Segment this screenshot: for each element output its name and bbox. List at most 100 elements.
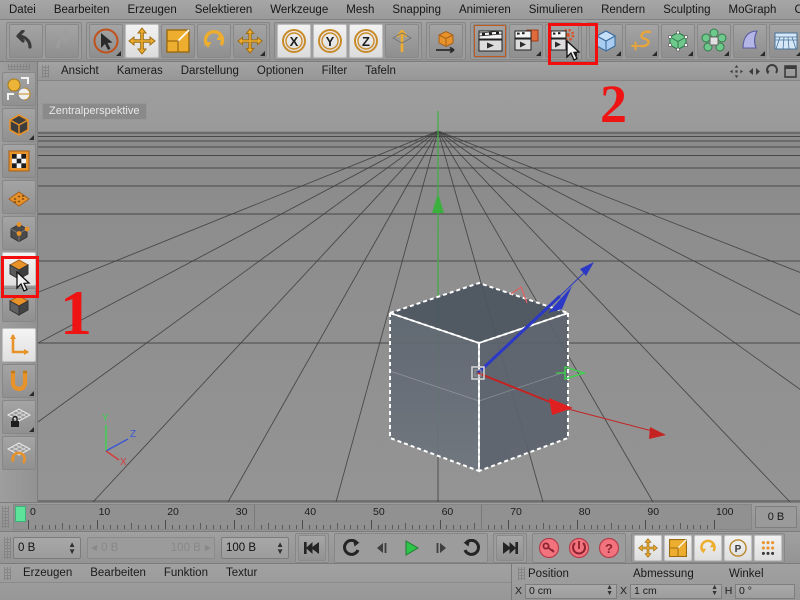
record-key-button[interactable] [535, 535, 563, 561]
zoom-view-icon[interactable] [747, 64, 762, 79]
texture-mode-button[interactable] [2, 144, 36, 178]
timeline-minor-tick [700, 525, 701, 529]
dimension-x-field[interactable]: 1 cm ▲▼ [630, 584, 722, 599]
menu-item-sculpting[interactable]: Sculpting [654, 2, 719, 18]
start-frame-spinner[interactable]: ▲▼ [68, 541, 76, 555]
object-axis-button[interactable] [429, 24, 463, 58]
step-back-keyframe-button[interactable] [337, 535, 365, 561]
material-manager-grip[interactable] [4, 567, 11, 580]
position-x-field[interactable]: 0 cm ▲▼ [525, 584, 617, 599]
go-to-end-button[interactable] [496, 535, 524, 561]
angle-h-field[interactable]: 0 ° [735, 584, 795, 599]
menu-item-charak[interactable]: Charak [785, 2, 800, 18]
nurbs-button[interactable] [661, 24, 695, 58]
range-left-arrow[interactable]: ◀ [91, 543, 97, 552]
move-alt-button[interactable] [233, 24, 267, 58]
end-frame-field[interactable]: 100 B ▲▼ [221, 537, 289, 559]
menu-item-werkzeuge[interactable]: Werkzeuge [261, 2, 337, 18]
position-x-spinner[interactable]: ▲▼ [606, 585, 613, 597]
redo-button[interactable] [45, 24, 79, 58]
range-slider[interactable]: ◀ 0 B 100 B ▶ [87, 537, 215, 559]
viewport-menu-item-darstellung[interactable]: Darstellung [172, 64, 248, 78]
rotate-view-icon[interactable] [765, 64, 780, 79]
menu-item-snapping[interactable]: Snapping [383, 2, 450, 18]
workplane-button[interactable] [2, 180, 36, 214]
scale-tool-button[interactable] [161, 24, 195, 58]
viewport-menu-item-ansicht[interactable]: Ansicht [52, 64, 108, 78]
menu-item-animieren[interactable]: Animieren [450, 2, 520, 18]
viewport-menu-item-filter[interactable]: Filter [313, 64, 357, 78]
point-mode-button[interactable] [2, 216, 36, 250]
material-menu-item-erzeugen[interactable]: Erzeugen [14, 566, 81, 580]
main-menu-bar: DateiBearbeitenErzeugenSelektierenWerkze… [0, 0, 800, 20]
material-menu-item-bearbeiten[interactable]: Bearbeiten [81, 566, 155, 580]
timeline-playhead[interactable] [15, 506, 26, 522]
timeline-ruler[interactable]: 0102030405060708090100 [13, 504, 752, 530]
live-selection-button[interactable] [89, 24, 123, 58]
material-manager-body[interactable] [0, 583, 511, 599]
axis-x-button[interactable]: X [277, 24, 311, 58]
go-to-start-button[interactable] [298, 535, 326, 561]
key-position-button[interactable] [634, 535, 662, 561]
viewport-menu-item-kameras[interactable]: Kameras [108, 64, 172, 78]
end-frame-spinner[interactable]: ▲▼ [276, 541, 284, 555]
grid-rotate-button[interactable] [2, 436, 36, 470]
spline-button[interactable] [625, 24, 659, 58]
keyframe-help-button[interactable]: ? [595, 535, 623, 561]
timeline-minor-tick [453, 525, 454, 529]
maximize-view-icon[interactable] [783, 64, 798, 79]
transport-grip[interactable] [4, 537, 11, 559]
axis-z-button[interactable]: Z [349, 24, 383, 58]
key-parameter-button[interactable]: P [724, 535, 752, 561]
menu-item-simulieren[interactable]: Simulieren [520, 2, 592, 18]
undo-button[interactable] [9, 24, 43, 58]
model-mode-button[interactable] [2, 108, 36, 142]
play-button[interactable] [397, 535, 425, 561]
timeline-frame-field[interactable]: 0 B [755, 506, 797, 528]
key-scale-button[interactable] [664, 535, 692, 561]
magnet-button[interactable] [2, 364, 36, 398]
menu-item-rendern[interactable]: Rendern [592, 2, 654, 18]
render-view-button[interactable] [473, 24, 507, 58]
lock-grid-button[interactable] [2, 400, 36, 434]
menu-item-mograph[interactable]: MoGraph [720, 2, 786, 18]
step-back-frame-button[interactable] [367, 535, 395, 561]
viewport-menu-item-optionen[interactable]: Optionen [248, 64, 313, 78]
step-forward-frame-button[interactable] [427, 535, 455, 561]
coordinate-manager-grip[interactable] [518, 567, 525, 580]
render-picture-viewer-button[interactable] [509, 24, 543, 58]
dimension-x-spinner[interactable]: ▲▼ [711, 585, 718, 597]
world-axis-button[interactable] [385, 24, 419, 58]
rotate-tool-button[interactable] [197, 24, 231, 58]
menu-item-datei[interactable]: Datei [0, 2, 45, 18]
menu-item-erzeugen[interactable]: Erzeugen [118, 2, 185, 18]
move-tool-button[interactable] [125, 24, 159, 58]
material-menu-item-funktion[interactable]: Funktion [155, 566, 217, 580]
deformer-button[interactable] [733, 24, 767, 58]
pan-view-icon[interactable] [729, 64, 744, 79]
menu-item-bearbeiten[interactable]: Bearbeiten [45, 2, 119, 18]
step-forward-keyframe-button[interactable] [457, 535, 485, 561]
axis-y-button[interactable]: Y [313, 24, 347, 58]
timeline-grip[interactable] [2, 506, 9, 528]
viewport-3d-scene[interactable]: Y Z X Zentralperspektive 1 [38, 81, 800, 502]
array-button[interactable] [697, 24, 731, 58]
material-menu-item-textur[interactable]: Textur [217, 566, 266, 580]
timeline-minor-tick [76, 525, 77, 529]
environment-button[interactable] [769, 24, 800, 58]
viewport-menu-item-tafeln[interactable]: Tafeln [356, 64, 405, 78]
transport-group-end [493, 533, 527, 563]
key-rotation-button[interactable] [694, 535, 722, 561]
menu-item-mesh[interactable]: Mesh [337, 2, 383, 18]
key-points-button[interactable] [754, 535, 782, 561]
autokey-button[interactable] [565, 535, 593, 561]
viewport-menu-grip[interactable] [42, 65, 49, 78]
range-right-arrow[interactable]: ▶ [205, 543, 211, 552]
menu-item-selektieren[interactable]: Selektieren [186, 2, 262, 18]
axis-mode-button[interactable] [2, 328, 36, 362]
left-toolbar-grip[interactable] [8, 64, 30, 70]
svg-text:Y: Y [102, 413, 109, 424]
undo-view-button[interactable] [2, 72, 36, 106]
start-frame-field[interactable]: 0 B ▲▼ [13, 537, 81, 559]
timeline-minor-tick [556, 525, 557, 529]
